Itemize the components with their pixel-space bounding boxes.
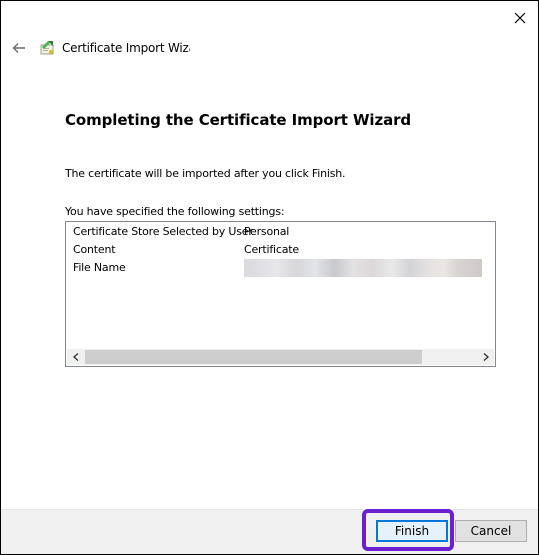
setting-value-redacted <box>244 259 482 277</box>
close-button[interactable] <box>508 7 532 29</box>
scroll-left-button[interactable] <box>67 349 84 365</box>
cancel-button[interactable]: Cancel <box>455 520 527 542</box>
page-description: The certificate will be imported after y… <box>65 167 346 180</box>
setting-key: Certificate Store Selected by User <box>73 225 253 238</box>
footer-bar: Finish Cancel <box>1 509 538 554</box>
wizard-window: Certificate Import Wizard Completing the… <box>0 0 539 555</box>
list-item: Certificate Store Selected by UserPerson… <box>73 225 289 238</box>
redacted-file-name <box>244 259 482 277</box>
window-title: Certificate Import Wizard <box>62 41 190 55</box>
back-arrow-icon <box>12 43 25 53</box>
settings-label: You have specified the following setting… <box>65 205 285 218</box>
settings-list[interactable]: Certificate Store Selected by UserPerson… <box>65 221 496 367</box>
list-item: File Name <box>73 259 482 277</box>
scrollbar-thumb[interactable] <box>85 350 422 364</box>
setting-key: Content <box>73 243 116 256</box>
setting-value: Personal <box>244 225 290 238</box>
scroll-right-button[interactable] <box>477 349 494 365</box>
list-item: Content Certificate <box>73 243 299 256</box>
title-bar: Certificate Import Wizard <box>1 31 538 65</box>
horizontal-scrollbar[interactable] <box>67 349 494 365</box>
finish-button[interactable]: Finish <box>376 520 448 542</box>
page-heading: Completing the Certificate Import Wizard <box>65 111 412 129</box>
chevron-left-icon <box>72 353 78 361</box>
back-button[interactable] <box>10 39 28 57</box>
setting-key: File Name <box>73 261 126 274</box>
certificate-icon <box>40 41 54 55</box>
chevron-right-icon <box>483 353 489 361</box>
close-icon <box>514 12 526 24</box>
setting-value: Certificate <box>244 243 299 256</box>
